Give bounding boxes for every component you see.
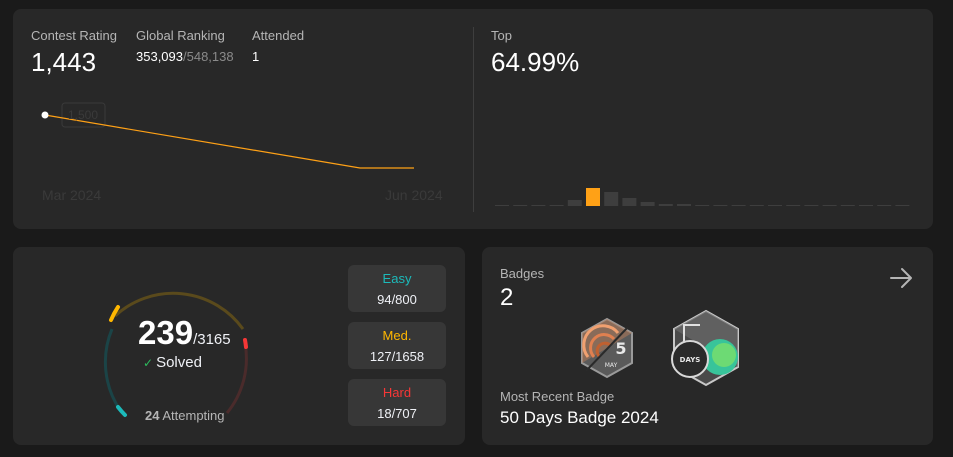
- histogram-bar: [640, 202, 655, 206]
- most-recent-badge-name: 50 Days Badge 2024: [500, 408, 659, 427]
- histogram-bar: [804, 205, 819, 206]
- rating-x-end-label: Jun 2024: [385, 187, 443, 203]
- badges-card: Badges 2 5 MAY DAYS Most Recent Badge 50…: [482, 247, 933, 445]
- ring-progress-easy: [116, 405, 127, 417]
- most-recent-badge-label: Most Recent Badge: [500, 389, 615, 404]
- checkmark-icon: ✓: [143, 356, 154, 370]
- attempting-group: 24 Attempting: [145, 408, 225, 423]
- ring-track-easy: [103, 328, 122, 411]
- difficulty-hard-count: 18/707: [377, 406, 417, 421]
- top-value: 64.99%: [491, 47, 580, 77]
- difficulty-hard[interactable]: Hard 18/707: [348, 379, 446, 426]
- histogram-bar: [549, 205, 564, 206]
- rating-point[interactable]: [41, 111, 49, 119]
- histogram-bar: [604, 192, 619, 206]
- histogram-bar: [877, 205, 892, 206]
- difficulty-easy[interactable]: Easy 94/800: [348, 265, 446, 312]
- rating-series-line: [44, 114, 414, 169]
- contest-rating-card: Contest Rating 1,443 Global Ranking 353,…: [13, 9, 933, 229]
- fifty-days-badge-text: DAYS: [680, 356, 701, 364]
- ring-track-hard: [225, 342, 248, 414]
- histogram-bar: [731, 205, 746, 206]
- difficulty-hard-name: Hard: [382, 385, 412, 400]
- may-badge-text: MAY: [605, 362, 618, 369]
- may-badge-number: 5: [615, 339, 626, 358]
- histogram-bar: [749, 205, 764, 206]
- solved-label: Solved: [156, 354, 202, 371]
- top-label: Top: [491, 28, 512, 43]
- solved-card: 239/3165 ✓ Solved 24 Attempting Easy 94/8…: [13, 247, 465, 445]
- rating-x-start-label: Mar 2024: [42, 187, 102, 203]
- difficulty-medium[interactable]: Med. 127/1658: [348, 322, 446, 369]
- solved-label-group: ✓ Solved: [143, 354, 202, 371]
- histogram-bar: [859, 205, 873, 206]
- badges-label: Badges: [500, 266, 545, 281]
- histogram-bar: [513, 205, 528, 206]
- histogram-bar: [495, 205, 509, 206]
- histogram-bar: [786, 205, 801, 206]
- histogram-bar: [713, 205, 728, 206]
- may-badge-icon[interactable]: 5 MAY: [578, 317, 636, 379]
- histogram-bar: [567, 200, 582, 206]
- histogram-bar: [531, 205, 546, 206]
- histogram-bar: [822, 205, 837, 206]
- badges-count: 2: [500, 284, 514, 311]
- arrow-right-icon[interactable]: [889, 266, 915, 290]
- histogram-bar: [622, 198, 637, 206]
- difficulty-medium-name: Med.: [382, 328, 412, 343]
- difficulty-easy-count: 94/800: [377, 292, 417, 307]
- ring-progress-hard: [243, 338, 248, 349]
- solved-count: 239: [138, 314, 194, 351]
- histogram-bar: [658, 204, 673, 206]
- histogram-bar: [677, 204, 691, 206]
- ranking-histogram: [495, 188, 910, 206]
- histogram-bar: [768, 205, 782, 206]
- difficulty-easy-name: Easy: [382, 271, 412, 286]
- vertical-divider: [473, 27, 474, 212]
- solved-count-group: 239/3165: [138, 314, 231, 352]
- rating-tooltip-text: 1,500: [68, 108, 99, 122]
- histogram-bar: [895, 205, 910, 206]
- solved-total: /3165: [193, 331, 231, 348]
- histogram-bar: [695, 205, 710, 206]
- attempting-count: 24: [145, 408, 160, 423]
- histogram-bar-highlight: [586, 188, 600, 206]
- attempting-label: Attempting: [162, 408, 225, 423]
- histogram-bar: [840, 205, 855, 206]
- difficulty-medium-count: 127/1658: [369, 349, 425, 364]
- fifty-days-badge-icon[interactable]: DAYS: [670, 309, 742, 387]
